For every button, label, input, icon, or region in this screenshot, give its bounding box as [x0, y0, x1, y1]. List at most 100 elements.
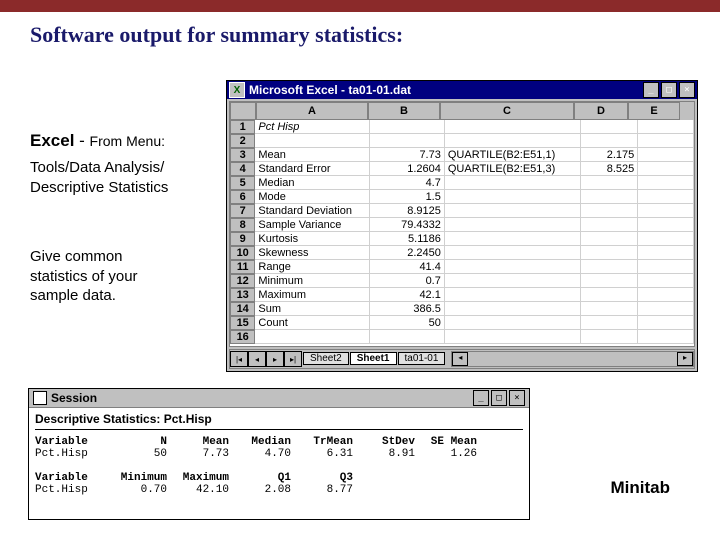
cell[interactable]: 5.1186 [370, 232, 445, 246]
cell[interactable] [445, 260, 581, 274]
row-header[interactable]: 4 [230, 162, 255, 176]
close-button[interactable]: × [509, 390, 525, 406]
select-all-corner[interactable] [230, 102, 256, 120]
cell[interactable]: Minimum [255, 274, 369, 288]
cell[interactable] [445, 190, 581, 204]
row-header[interactable]: 12 [230, 274, 255, 288]
cell[interactable]: Skewness [255, 246, 369, 260]
cell[interactable] [445, 302, 581, 316]
cell[interactable] [581, 316, 639, 330]
cell[interactable]: 0.7 [370, 274, 445, 288]
sheet-tab[interactable]: ta01-01 [398, 352, 446, 365]
sheet-tab[interactable]: Sheet2 [303, 352, 349, 365]
minitab-titlebar[interactable]: Session _ □ × [29, 389, 529, 408]
cell[interactable] [445, 176, 581, 190]
row-header[interactable]: 14 [230, 302, 255, 316]
col-header[interactable]: D [574, 102, 628, 120]
cell[interactable] [581, 246, 639, 260]
cell[interactable] [445, 246, 581, 260]
cell[interactable] [638, 190, 694, 204]
cell[interactable] [638, 204, 694, 218]
cell[interactable] [581, 204, 639, 218]
cell[interactable] [445, 288, 581, 302]
col-header[interactable]: E [628, 102, 680, 120]
cell[interactable]: 386.5 [370, 302, 445, 316]
maximize-button[interactable]: □ [491, 390, 507, 406]
col-header[interactable]: C [440, 102, 574, 120]
cell[interactable] [581, 274, 639, 288]
cell[interactable] [638, 162, 694, 176]
cell[interactable]: Kurtosis [255, 232, 369, 246]
cell[interactable]: QUARTILE(B2:E51,1) [445, 148, 581, 162]
row-header[interactable]: 16 [230, 330, 255, 344]
tab-nav-prev-icon[interactable]: ◂ [248, 351, 266, 367]
cell[interactable] [581, 134, 639, 148]
row-header[interactable]: 2 [230, 134, 255, 148]
close-button[interactable]: × [679, 82, 695, 98]
cell[interactable] [638, 302, 694, 316]
maximize-button[interactable]: □ [661, 82, 677, 98]
cell[interactable] [638, 330, 694, 344]
cell[interactable]: 2.175 [581, 148, 639, 162]
cell[interactable] [638, 120, 694, 134]
cell[interactable]: 2.2450 [370, 246, 445, 260]
cell[interactable]: 41.4 [370, 260, 445, 274]
cell[interactable]: 50 [370, 316, 445, 330]
sheet-tab[interactable]: Sheet1 [350, 352, 397, 365]
tab-nav-last-icon[interactable]: ▸| [284, 351, 302, 367]
cell[interactable]: 8.9125 [370, 204, 445, 218]
excel-hscrollbar[interactable]: ◂ ▸ [451, 351, 694, 367]
cell[interactable] [638, 176, 694, 190]
col-header[interactable]: B [368, 102, 440, 120]
cell[interactable] [581, 232, 639, 246]
cell[interactable] [638, 148, 694, 162]
cell[interactable]: 1.5 [370, 190, 445, 204]
row-header[interactable]: 10 [230, 246, 255, 260]
cell[interactable] [370, 134, 445, 148]
cell[interactable] [370, 330, 445, 344]
cell[interactable]: Count [255, 316, 369, 330]
cell[interactable] [581, 120, 639, 134]
cell[interactable]: Maximum [255, 288, 369, 302]
minitab-systemmenu-icon[interactable] [33, 391, 47, 405]
cell[interactable] [638, 260, 694, 274]
cell[interactable]: Sum [255, 302, 369, 316]
cell[interactable] [581, 288, 639, 302]
cell[interactable]: 4.7 [370, 176, 445, 190]
tab-nav-first-icon[interactable]: |◂ [230, 351, 248, 367]
cell[interactable] [445, 134, 581, 148]
cell[interactable] [445, 232, 581, 246]
cell[interactable] [638, 218, 694, 232]
cell[interactable] [638, 288, 694, 302]
excel-titlebar[interactable]: X Microsoft Excel - ta01-01.dat _ □ × [227, 81, 697, 99]
cell[interactable]: Range [255, 260, 369, 274]
excel-systemmenu-icon[interactable]: X [229, 82, 245, 98]
cell[interactable]: QUARTILE(B2:E51,3) [445, 162, 581, 176]
row-header[interactable]: 5 [230, 176, 255, 190]
minimize-button[interactable]: _ [473, 390, 489, 406]
cell[interactable] [581, 176, 639, 190]
cell[interactable] [638, 246, 694, 260]
row-header[interactable]: 8 [230, 218, 255, 232]
row-header[interactable]: 15 [230, 316, 255, 330]
cell[interactable]: Standard Error [255, 162, 369, 176]
cell[interactable] [581, 218, 639, 232]
row-header[interactable]: 9 [230, 232, 255, 246]
row-header[interactable]: 1 [230, 120, 255, 134]
cell[interactable] [445, 204, 581, 218]
cell[interactable] [445, 120, 581, 134]
cell[interactable]: Sample Variance [255, 218, 369, 232]
cell[interactable] [445, 218, 581, 232]
cell[interactable] [581, 260, 639, 274]
cell[interactable] [638, 232, 694, 246]
minimize-button[interactable]: _ [643, 82, 659, 98]
cell[interactable]: Mode [255, 190, 369, 204]
cell[interactable]: 1.2604 [370, 162, 445, 176]
cell[interactable]: 7.73 [370, 148, 445, 162]
row-header[interactable]: 6 [230, 190, 255, 204]
tab-nav-next-icon[interactable]: ▸ [266, 351, 284, 367]
cell[interactable] [638, 134, 694, 148]
cell[interactable] [445, 316, 581, 330]
cell[interactable] [638, 274, 694, 288]
row-header[interactable]: 13 [230, 288, 255, 302]
